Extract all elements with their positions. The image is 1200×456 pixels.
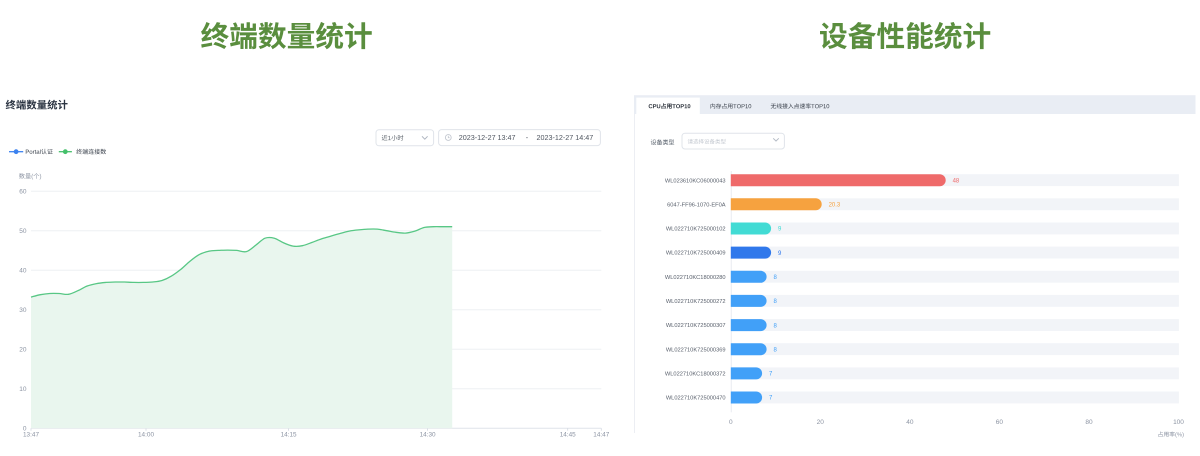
svg-text:WL022710KC18000372: WL022710KC18000372: [665, 372, 726, 378]
svg-text:80: 80: [1085, 419, 1093, 426]
svg-text:0: 0: [729, 419, 733, 426]
svg-text:20.3: 20.3: [829, 203, 841, 209]
svg-text:40: 40: [906, 419, 914, 426]
svg-text:14:30: 14:30: [420, 432, 436, 439]
svg-text:2023-12-27 13:47: 2023-12-27 13:47: [459, 133, 516, 142]
svg-text:WL023610KC06000043: WL023610KC06000043: [665, 178, 726, 184]
svg-text:100: 100: [1173, 419, 1184, 426]
svg-text:40: 40: [19, 268, 27, 275]
svg-text:14:15: 14:15: [281, 432, 297, 439]
svg-text:WL022710K725000470: WL022710K725000470: [666, 396, 726, 402]
svg-text:14:00: 14:00: [138, 432, 154, 439]
svg-text:50: 50: [19, 228, 27, 235]
svg-text:WL022710K725000307: WL022710K725000307: [666, 323, 726, 329]
svg-text:WL022710K725000409: WL022710K725000409: [666, 251, 726, 257]
svg-text:WL022710K725000369: WL022710K725000369: [666, 347, 726, 353]
svg-text:WL022710K725000102: WL022710K725000102: [666, 227, 726, 233]
svg-text:6047-FF96-1070-EF0A: 6047-FF96-1070-EF0A: [667, 202, 726, 208]
svg-text:10: 10: [19, 386, 27, 393]
svg-text:13:47: 13:47: [23, 432, 39, 439]
svg-text:2023-12-27 14:47: 2023-12-27 14:47: [537, 133, 594, 142]
svg-text:48: 48: [953, 178, 960, 184]
svg-text:14:47: 14:47: [593, 432, 609, 439]
svg-text:WL022710K725000272: WL022710K725000272: [666, 299, 726, 305]
svg-text:20: 20: [19, 347, 27, 354]
svg-text:14:45: 14:45: [560, 432, 576, 439]
svg-text:30: 30: [19, 307, 27, 314]
svg-text:60: 60: [996, 419, 1004, 426]
svg-text:WL022710KC18000280: WL022710KC18000280: [665, 275, 726, 281]
svg-text:20: 20: [817, 419, 825, 426]
svg-text:60: 60: [19, 189, 27, 196]
